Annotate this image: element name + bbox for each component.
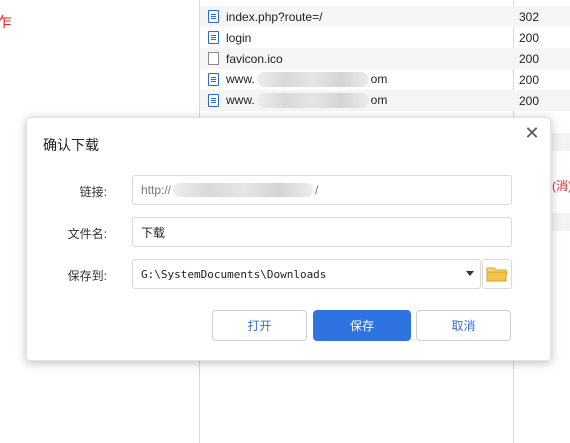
network-row[interactable]: www. om 200 xyxy=(200,69,570,90)
url-field[interactable]: http:// / xyxy=(132,175,512,205)
save-button[interactable]: 保存 xyxy=(313,310,411,341)
chevron-down-icon[interactable] xyxy=(466,271,474,276)
redacted-blur xyxy=(256,72,369,88)
background-row-fragment xyxy=(552,133,570,151)
browse-folder-button[interactable] xyxy=(482,259,512,289)
request-name: index.php?route=/ xyxy=(226,9,323,24)
download-dialog: 确认下载 ✕ 链接: http:// / 文件名: 下载 保存到: G:\Syst… xyxy=(26,117,551,361)
folder-icon xyxy=(486,267,508,282)
url-label: 链接: xyxy=(79,185,107,199)
redacted-blur xyxy=(256,93,369,109)
saveto-label: 保存到: xyxy=(67,269,107,283)
url-suffix: / xyxy=(315,183,319,197)
background-red-text: 乍 xyxy=(0,14,12,30)
filename-input[interactable]: 下载 xyxy=(132,217,512,247)
request-name-prefix: www. xyxy=(226,92,255,107)
request-status: 200 xyxy=(519,51,540,66)
request-name-prefix: www. xyxy=(226,71,255,86)
request-status: 302 xyxy=(519,9,540,24)
request-status: 200 xyxy=(519,72,540,87)
dialog-title: 确认下载 xyxy=(43,137,99,153)
request-name: www. om xyxy=(226,71,522,88)
network-row[interactable]: login 200 xyxy=(200,27,570,48)
open-button[interactable]: 打开 xyxy=(212,310,307,341)
network-row[interactable]: favicon.ico 200 xyxy=(200,48,570,69)
document-icon xyxy=(208,10,219,23)
request-status: 200 xyxy=(519,30,540,45)
network-row[interactable]: index.php?route=/ 302 xyxy=(200,6,570,27)
url-prefix: http:// xyxy=(141,183,172,197)
document-icon xyxy=(208,31,219,44)
document-icon xyxy=(208,73,219,86)
redacted-blur xyxy=(173,183,314,197)
network-row[interactable]: www. om 200 xyxy=(200,90,570,111)
close-icon[interactable]: ✕ xyxy=(523,124,541,142)
request-name: login xyxy=(226,30,252,45)
saveto-value: G:\SystemDocuments\Downloads xyxy=(141,267,327,281)
request-name: favicon.ico xyxy=(226,51,283,66)
blank-file-icon xyxy=(208,52,219,65)
request-name-suffix: om xyxy=(370,92,388,107)
request-status: 200 xyxy=(519,93,540,108)
background-row-fragment xyxy=(552,213,570,231)
request-name: www. om xyxy=(226,92,522,109)
filename-label: 文件名: xyxy=(67,227,107,241)
background-red-text: (消) xyxy=(552,179,570,193)
cancel-button[interactable]: 取消 xyxy=(416,310,511,341)
saveto-select[interactable]: G:\SystemDocuments\Downloads xyxy=(132,259,481,289)
document-icon xyxy=(208,94,219,107)
request-name-suffix: om xyxy=(370,71,388,86)
